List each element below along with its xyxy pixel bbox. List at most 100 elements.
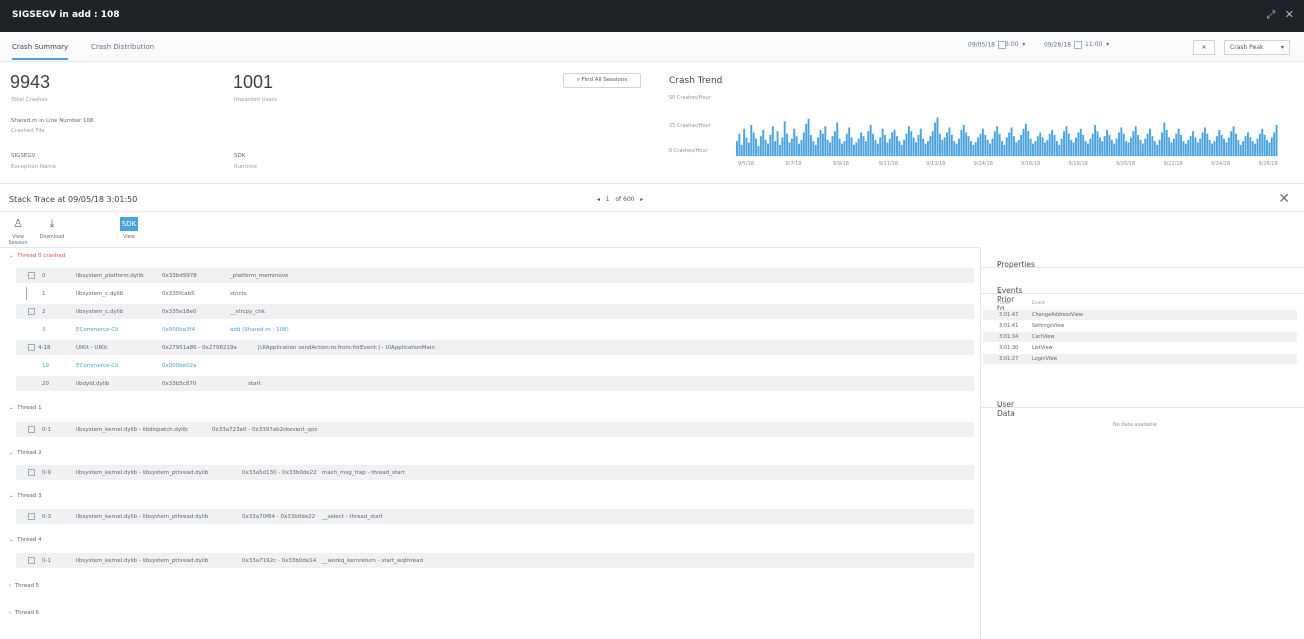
chart-bar [1273, 132, 1276, 156]
chart-bar [962, 125, 965, 156]
expand-checkbox[interactable] [28, 513, 35, 520]
close-stack-trace-icon[interactable]: ✕ [1278, 191, 1290, 207]
chart-bar [1177, 128, 1180, 156]
chart-bar [893, 129, 896, 156]
tab-crash-summary[interactable]: Crash Summary [12, 43, 69, 60]
expand-checkbox[interactable] [28, 469, 35, 476]
frame-library-link[interactable]: ECommerce-Cli [76, 363, 118, 369]
clear-filter-button[interactable]: ✕ [1193, 40, 1215, 55]
event-time: 3:01:47 [999, 312, 1019, 318]
find-all-sessions-button[interactable]: ⌕ Find All Sessions [563, 73, 641, 88]
chart-bar [853, 144, 855, 156]
title-bar: SIGSEGV in add : 108 ⤢ ✕ [0, 0, 1304, 32]
chart-bar [1103, 136, 1106, 156]
frame-row[interactable]: 0-3 libsystem_kernel.dylib - libsystem_p… [16, 509, 974, 524]
frame-function: __select - thread_start [322, 514, 383, 520]
thread-2-toggle[interactable]: ⌄ Thread 2 [9, 450, 42, 456]
start-date-value: 09/05/18 [968, 41, 995, 49]
view-session-button[interactable]: ♙ View Session [5, 217, 31, 246]
chart-bar [919, 128, 922, 156]
frame-address-link[interactable]: 0x000be02a [162, 363, 197, 369]
chart-bar [1266, 139, 1268, 156]
thread-4-toggle[interactable]: ⌄ Thread 4 [9, 537, 42, 543]
exception-name-value: SIGSEGV [11, 153, 36, 159]
chart-bar [831, 136, 834, 156]
expand-checkbox[interactable] [28, 557, 35, 564]
chart-bar [1151, 136, 1154, 156]
thread-6-toggle[interactable]: › Thread 6 [9, 610, 39, 616]
chart-bar [979, 133, 982, 156]
thread-1-toggle[interactable]: ⌄ Thread 1 [9, 405, 42, 411]
next-page-icon[interactable]: ▸ [640, 196, 643, 203]
start-date-field[interactable]: 09/05/18 [968, 41, 1006, 54]
user-data-section-toggle[interactable]: ⌄ User Data [981, 388, 1304, 418]
chart-bar [1203, 127, 1206, 156]
chart-bar [795, 136, 798, 156]
chart-bar [936, 117, 939, 156]
chart-bar [1044, 142, 1046, 156]
thread-0-toggle[interactable]: ⌄ Thread 0 crashed [9, 253, 65, 259]
close-icon[interactable]: ✕ [1285, 8, 1294, 21]
chart-bar [800, 139, 803, 156]
start-time-field[interactable]: 3:00 ▾ [1005, 41, 1025, 54]
prev-page-icon[interactable]: ◂ [597, 196, 600, 203]
thread-5-toggle[interactable]: › Thread 5 [9, 583, 39, 589]
frame-row[interactable]: 0-1 libsystem_kernel.dylib - libdispatch… [16, 422, 974, 437]
chart-bar [1084, 141, 1087, 156]
chart-bar [965, 132, 968, 156]
thread-3-toggle[interactable]: ⌄ Thread 3 [9, 493, 42, 499]
end-time-field[interactable]: 11:00 ▾ [1085, 41, 1109, 54]
chart-bar [1086, 143, 1089, 156]
frame-function-link[interactable]: add (Shared.m : 108) [230, 327, 289, 333]
chart-bar [1082, 134, 1085, 156]
download-button[interactable]: ⤓ Download [39, 217, 65, 240]
frame-library-link[interactable]: ECommerce-Cli [76, 327, 118, 333]
chart-bar [1206, 133, 1209, 156]
frame-address: 0x33b5c870 [162, 381, 197, 387]
frame-library: libsystem_c.dylib [76, 291, 124, 297]
frame-row[interactable]: 2 libsystem_c.dylib 0x335e18e0 __strcpy_… [16, 304, 974, 319]
chart-bar [938, 133, 941, 156]
chart-bar [886, 142, 889, 156]
frame-row[interactable]: 0 libsystem_platform.dylib 0x33bd9978 _p… [16, 268, 974, 283]
chart-bar [1094, 125, 1097, 156]
view-select[interactable]: Crash Peak ▾ [1224, 40, 1290, 55]
runtime-label: Runtime [234, 164, 257, 170]
expand-checkbox[interactable] [28, 344, 35, 351]
frame-row[interactable]: 1 libsystem_c.dylib 0x335fcab5 stncts [16, 286, 974, 301]
expand-checkbox[interactable] [28, 272, 35, 279]
page-number[interactable]: 1 [606, 196, 610, 203]
chart-bar [927, 141, 929, 156]
frame-index: 1 [42, 291, 46, 297]
chart-bar [934, 122, 937, 156]
frame-row[interactable]: 0-9 libsystem_kernel.dylib - libsystem_p… [16, 465, 974, 480]
chart-bar [1230, 131, 1233, 156]
expand-icon[interactable]: ⤢ [1266, 8, 1275, 21]
expand-checkbox[interactable] [28, 308, 35, 315]
frame-row[interactable]: 3 ECommerce-Cli 0x000be3f4 add (Shared.m… [16, 322, 974, 337]
chart-bar [1091, 133, 1094, 156]
properties-section-toggle[interactable]: › Properties [981, 248, 1304, 269]
chart-bar [833, 131, 836, 156]
frame-index: 0-1 [42, 427, 51, 433]
frame-address-link[interactable]: 0x000be3f4 [162, 327, 195, 333]
frame-row[interactable]: 0-1 libsystem_kernel.dylib - libsystem_p… [16, 553, 974, 568]
chart-bar [907, 126, 910, 156]
view-button[interactable]: SDK View [118, 217, 140, 240]
expand-checkbox[interactable] [28, 426, 35, 433]
chart-bar [1196, 142, 1199, 156]
crashed-file-label: Crashed File [11, 128, 45, 134]
events-section-toggle[interactable]: ⌄ Events Prior to Crash [981, 274, 1304, 322]
end-date-field[interactable]: 09/26/18 [1044, 41, 1082, 54]
tab-crash-distribution[interactable]: Crash Distribution [91, 43, 154, 51]
chart-bar [1161, 132, 1163, 156]
frame-row[interactable]: 19 ECommerce-Cli 0x000be02a [16, 358, 974, 373]
chart-bar [1003, 144, 1006, 156]
frame-row[interactable]: 20 libdyld.dylib 0x33b5c870 start [16, 376, 974, 391]
chart-bar [1156, 144, 1159, 156]
chart-bar [881, 128, 884, 156]
chart-bar [845, 133, 848, 156]
frame-row[interactable]: 4-18 UIKit - UIKit 0x27951a86 - 0x279821… [16, 340, 974, 355]
chart-bar [1223, 138, 1225, 156]
chart-bar [781, 137, 784, 156]
